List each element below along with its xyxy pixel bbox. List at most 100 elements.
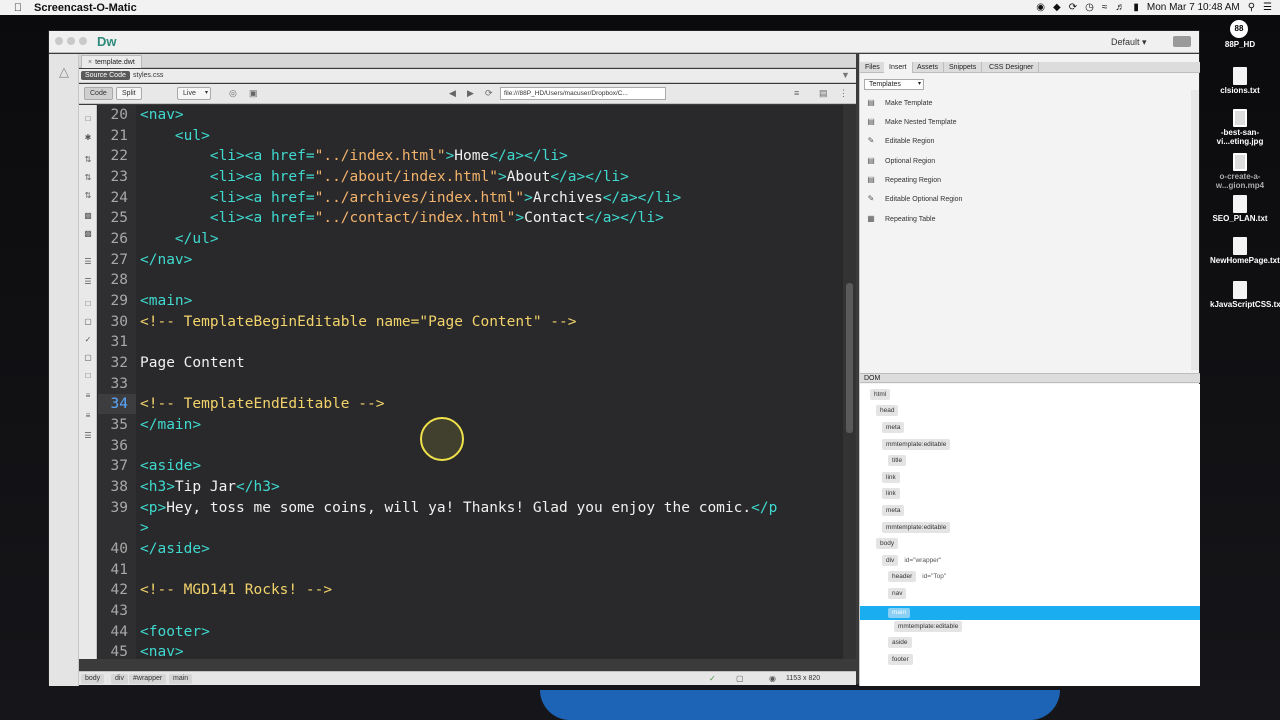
collapse-tag-icon[interactable]: ⇅ <box>83 155 93 164</box>
zoom-window-button[interactable] <box>79 37 87 45</box>
validation-ok-icon[interactable]: ✓ <box>709 674 716 683</box>
options-icon[interactable]: ▤ <box>819 88 828 99</box>
window-size-icon[interactable]: ▢ <box>736 674 744 683</box>
highlight-icon[interactable]: ☰ <box>83 277 93 286</box>
insert-editable-optional-region[interactable]: ✎ Editable Optional Region <box>866 194 963 206</box>
dom-node[interactable]: body <box>876 538 899 549</box>
more-icon[interactable]: ⋮ <box>839 88 848 99</box>
dropbox-icon[interactable]: ◆ <box>1053 2 1061 13</box>
tab-css-designer[interactable]: CSS Designer <box>984 62 1040 73</box>
dom-node[interactable]: meta <box>882 422 905 433</box>
insert-repeating-region[interactable]: ▤ Repeating Region <box>866 175 941 187</box>
insert-repeating-table[interactable]: ▦ Repeating Table <box>866 214 935 226</box>
format-source-icon[interactable]: ☰ <box>83 431 93 440</box>
volume-icon[interactable]: ♬ <box>1115 2 1125 13</box>
window-dimensions[interactable]: 1153 x 820 <box>786 675 820 682</box>
tab-template[interactable]: × template.dwt <box>81 55 142 68</box>
comment-icon[interactable]: □ <box>83 299 93 308</box>
wifi-icon[interactable]: ≈ <box>1102 2 1108 13</box>
code-editor[interactable]: □ ✱ ⇅ ⇅ ⇅ ▩ ▩ ☰ ☰ □ ▢ ✓ ▢ □ ≡ ≡ ☰ 20 21 … <box>79 105 856 659</box>
tag-selector-div[interactable]: div <box>111 674 128 684</box>
dom-node[interactable]: footer <box>888 654 913 665</box>
split-view-button[interactable]: Split <box>116 87 142 100</box>
format-icon[interactable]: ≡ <box>794 88 799 98</box>
dom-node-main[interactable]: main <box>888 608 911 618</box>
close-window-button[interactable] <box>55 37 63 45</box>
dom-node[interactable]: mmtemplate:editable <box>882 522 951 533</box>
tab-snippets[interactable]: Snippets <box>944 62 983 73</box>
preview-icon[interactable]: ▣ <box>249 88 258 99</box>
styles-css-link[interactable]: styles.css <box>133 72 163 79</box>
filter-icon[interactable]: ▼ <box>841 70 850 80</box>
tag-selector-wrapper[interactable]: #wrapper <box>129 674 167 684</box>
back-arrow-icon[interactable]: ◀ <box>449 88 456 99</box>
sync-icon[interactable]: ⟳ <box>1069 2 1077 13</box>
tag-selector-main[interactable]: main <box>169 674 193 684</box>
inspect-icon[interactable]: ◎ <box>229 88 237 99</box>
minimize-window-button[interactable] <box>67 37 75 45</box>
live-view-dropdown[interactable]: Live ▾ <box>177 87 211 100</box>
dom-selected-row[interactable]: main <box>860 606 1200 620</box>
tab-insert[interactable]: Insert <box>884 62 913 73</box>
desktop-file[interactable]: kJavaScriptCSS.txt <box>1210 281 1280 310</box>
recent-snippets-icon[interactable]: ▢ <box>83 353 93 362</box>
clock[interactable]: Mon Mar 7 10:48 AM <box>1147 2 1240 13</box>
apple-icon[interactable]:  <box>8 2 28 14</box>
desktop-file[interactable]: -best-san-vi...eting.jpg <box>1210 109 1270 147</box>
dom-node[interactable]: head <box>876 405 899 416</box>
notification-icon[interactable]: ☰ <box>1263 2 1272 13</box>
drive-badge[interactable]: 88 <box>1230 20 1248 38</box>
dom-node[interactable]: div id="wrapper" <box>882 555 941 566</box>
workspace-switcher[interactable]: Default ▾ <box>1111 37 1147 48</box>
dom-node[interactable]: meta <box>882 505 905 516</box>
open-documents-icon[interactable]: □ <box>83 114 93 123</box>
insert-editable-region[interactable]: ✎ Editable Region <box>866 136 935 148</box>
dom-panel-header[interactable]: DOM <box>860 373 1200 383</box>
preview-browser-icon[interactable]: ◉ <box>769 674 776 683</box>
expand-icon[interactable]: ✱ <box>83 133 93 142</box>
remove-comment-icon[interactable]: ▢ <box>83 317 93 326</box>
scrollbar-thumb[interactable] <box>846 283 853 433</box>
insert-scrollbar[interactable] <box>1191 90 1199 370</box>
app-name[interactable]: Screencast-O-Matic <box>34 2 137 14</box>
dom-node[interactable]: mmtemplate:editable <box>894 621 963 632</box>
insert-category-select[interactable]: Templates ▾ <box>864 79 924 90</box>
balance-braces-icon[interactable]: ▩ <box>83 229 93 238</box>
dom-node[interactable]: link <box>882 472 900 483</box>
refresh-icon[interactable]: ⟳ <box>485 88 493 99</box>
dom-node[interactable]: header id="Top" <box>888 571 946 582</box>
dom-node[interactable]: aside <box>888 637 912 648</box>
spotlight-icon[interactable]: ⚲ <box>1248 2 1255 13</box>
insert-make-template[interactable]: ▤ Make Template <box>866 98 932 110</box>
move-css-icon[interactable]: □ <box>83 371 93 380</box>
battery-icon[interactable]: ▮ <box>1133 2 1139 13</box>
dom-node[interactable]: html <box>870 389 891 400</box>
insert-optional-region[interactable]: ▤ Optional Region <box>866 156 935 168</box>
desktop-file[interactable]: o-create-a-w...gion.mp4 <box>1210 153 1270 191</box>
timemachine-icon[interactable]: ◷ <box>1085 2 1094 13</box>
tab-files[interactable]: Files <box>860 62 886 73</box>
insert-make-nested-template[interactable]: ▤ Make Nested Template <box>866 117 956 129</box>
expand-all-icon[interactable]: ⇅ <box>83 191 93 200</box>
address-field[interactable]: file:///88P_HD/Users/macuser/Dropbox/C..… <box>500 87 666 100</box>
wrap-tag-icon[interactable]: ✓ <box>83 335 93 344</box>
indent-icon[interactable]: ≡ <box>83 391 93 400</box>
desktop-file[interactable]: SEO_PLAN.txt <box>1210 195 1270 224</box>
dom-node[interactable]: nav <box>888 588 907 599</box>
line-numbers-icon[interactable]: ☰ <box>83 257 93 266</box>
record-icon[interactable]: ◉ <box>1036 2 1045 13</box>
insert-panel-icon[interactable]: △ <box>56 64 72 80</box>
tab-assets[interactable]: Assets <box>912 62 945 73</box>
forward-arrow-icon[interactable]: ▶ <box>467 88 474 99</box>
select-parent-icon[interactable]: ▩ <box>83 211 93 220</box>
desktop-file[interactable]: clsions.txt <box>1210 67 1270 96</box>
desktop-file[interactable]: NewHomePage.txt <box>1210 237 1280 266</box>
vertical-scrollbar[interactable] <box>843 105 856 659</box>
drive-label[interactable]: 88P_HD <box>1210 40 1270 50</box>
dom-node[interactable]: title <box>888 455 907 466</box>
outdent-icon[interactable]: ≡ <box>83 411 93 420</box>
tag-selector-body[interactable]: body <box>81 674 105 684</box>
collapse-selection-icon[interactable]: ⇅ <box>83 173 93 182</box>
screen-mode-button[interactable] <box>1173 36 1191 47</box>
code-view-button[interactable]: Code <box>84 87 113 100</box>
